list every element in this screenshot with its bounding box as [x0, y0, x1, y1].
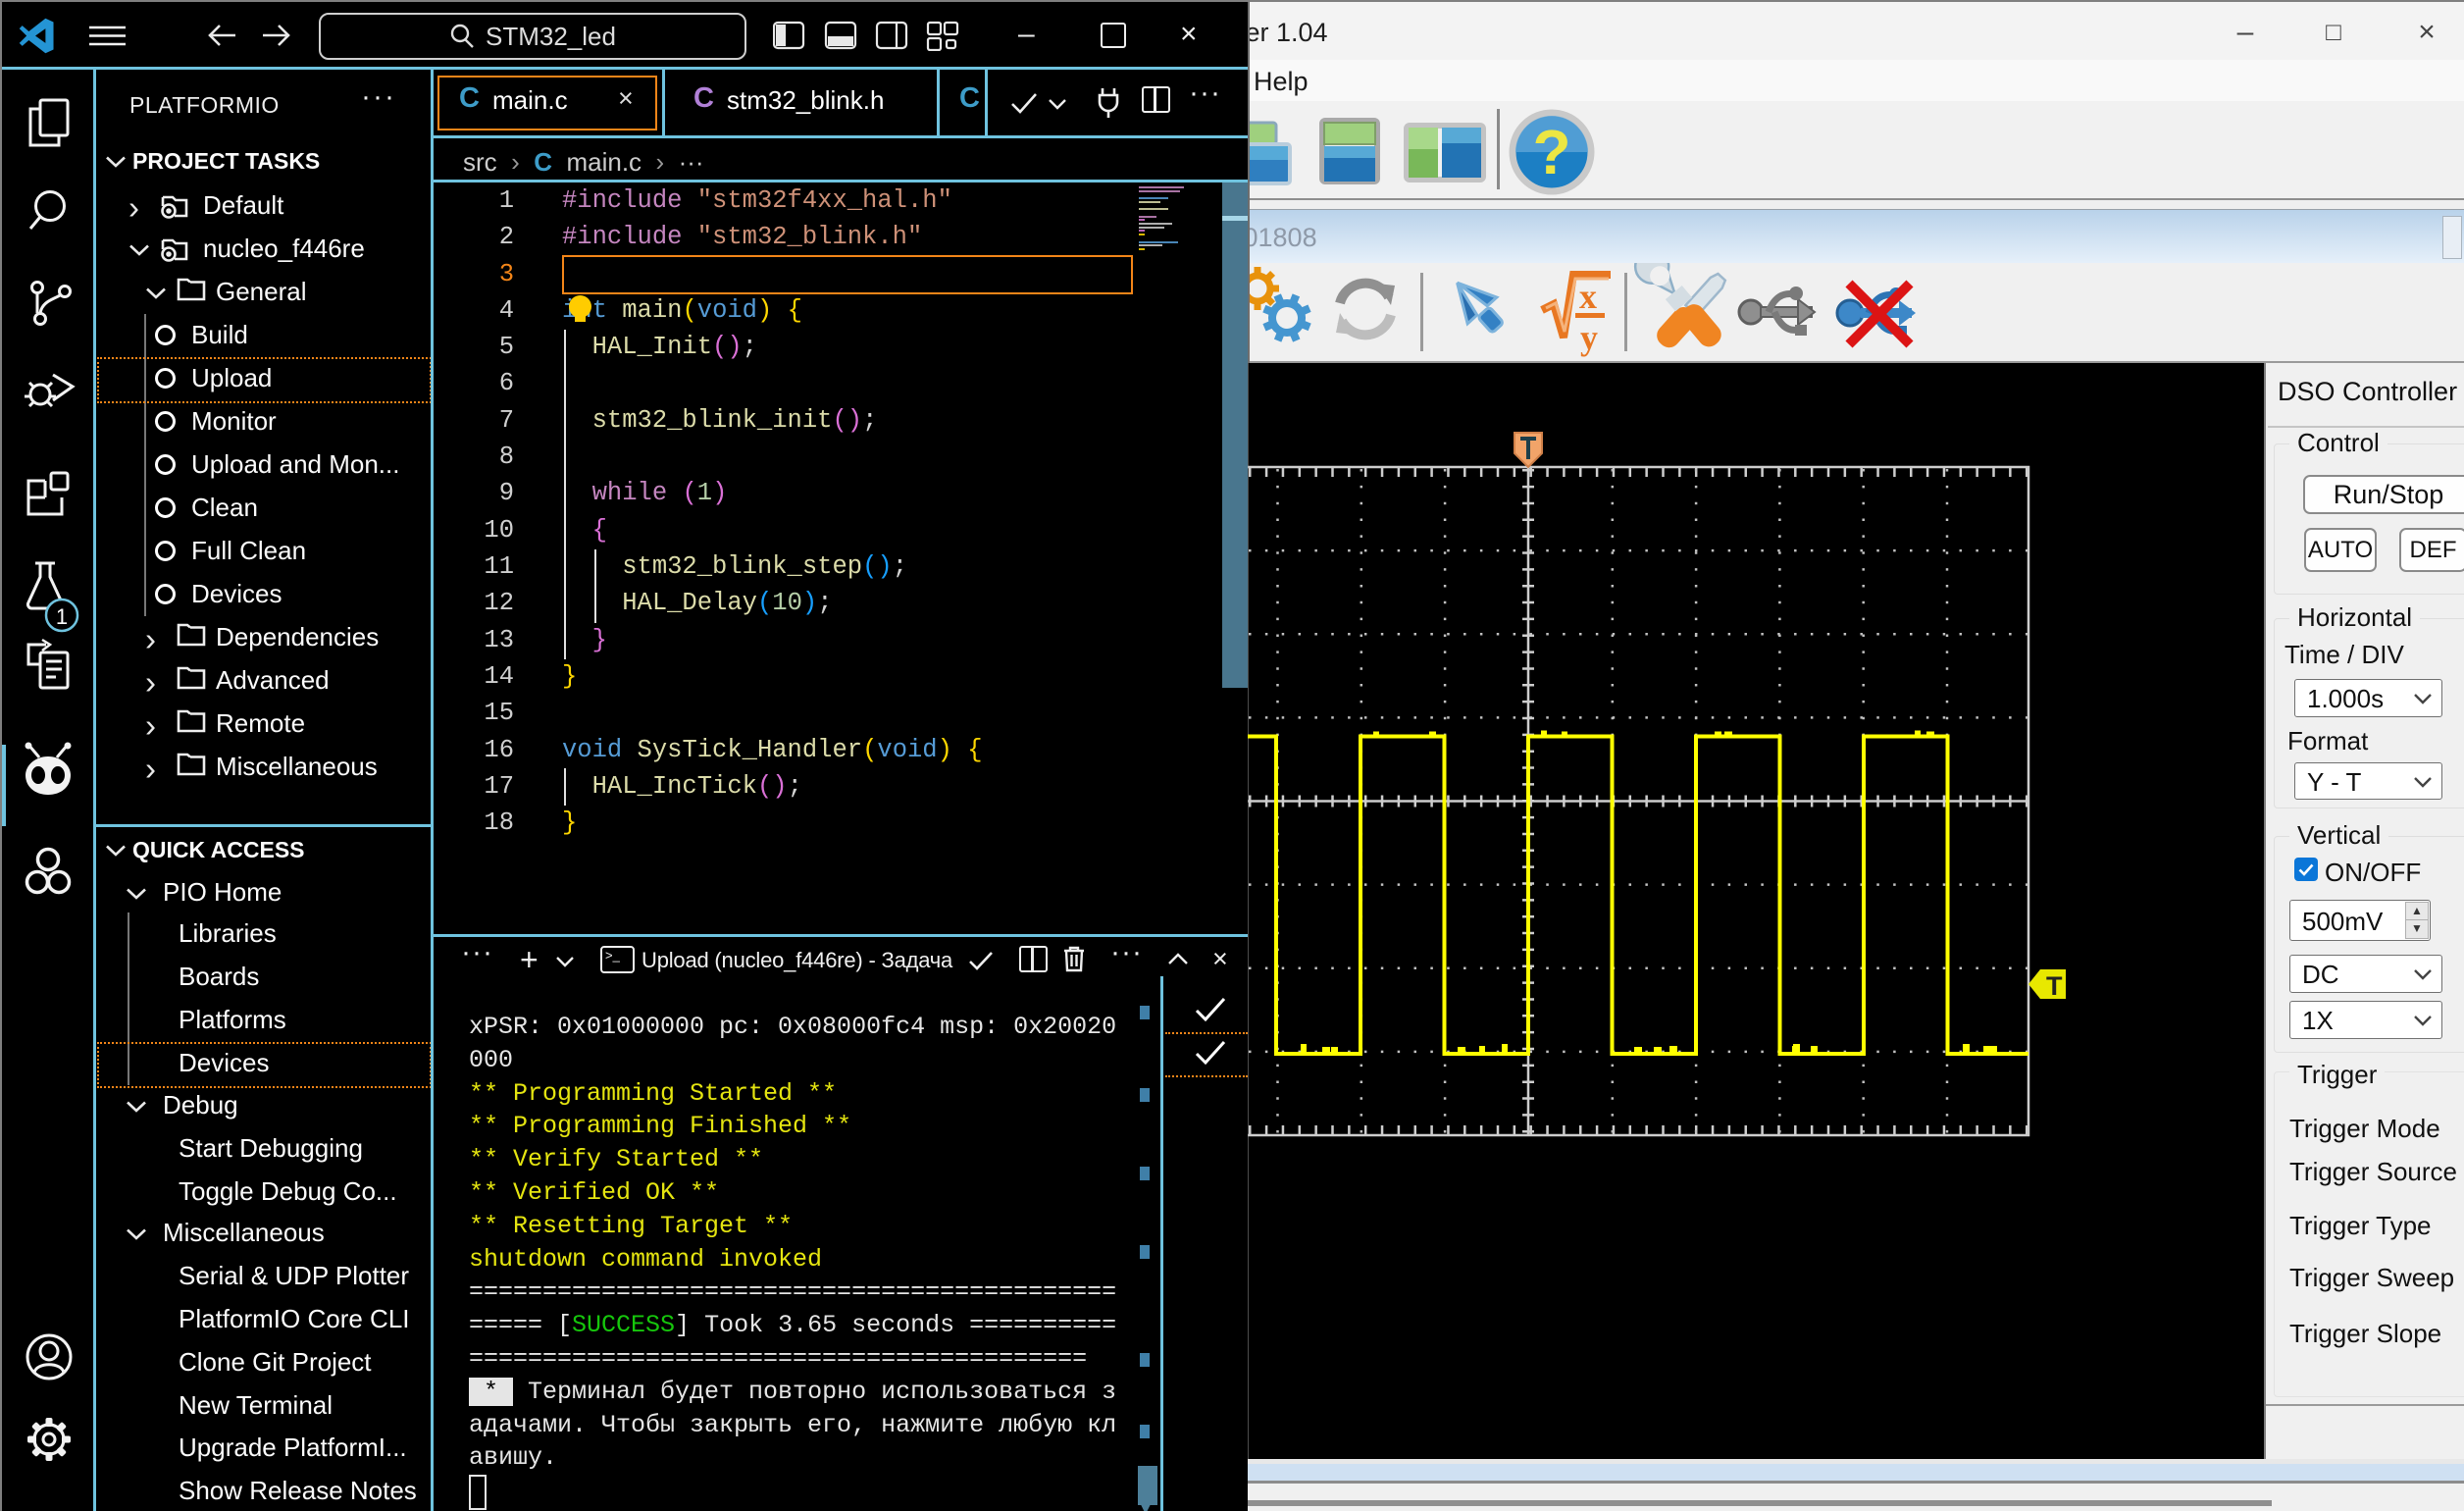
- svg-text:y: y: [1580, 318, 1598, 357]
- svg-text:T: T: [2046, 971, 2063, 1001]
- svg-text:1: 1: [56, 604, 68, 629]
- svg-text:x: x: [1579, 277, 1597, 316]
- svg-text:?: ?: [1532, 117, 1570, 187]
